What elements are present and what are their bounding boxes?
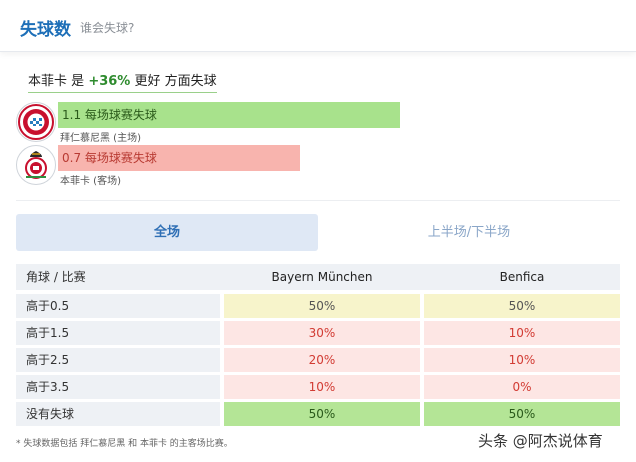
row-label: 没有失球 [16,402,220,426]
tab-full-match[interactable]: 全场 [16,214,318,251]
comparison-summary: 本菲卡 是 +36% 更好 方面失球 [28,70,217,93]
home-value: 50% [224,402,420,426]
table-row: 没有失球 50% 50% [16,402,620,426]
summary-team: 本菲卡 [28,74,68,89]
tab-halves[interactable]: 上半场/下半场 [318,214,620,251]
bayern-logo-icon [16,102,56,142]
away-value: 10% [424,348,620,372]
source-watermark: 头条 @阿杰说体育 [478,432,603,450]
row-label: 高于3.5 [16,375,220,399]
section-header: 失球数 谁会失球? [0,0,636,52]
table-row: 高于2.5 20% 10% [16,348,620,372]
away-team-name: 本菲卡 (客场) [60,176,121,187]
section-divider [16,200,620,201]
away-value: 50% [424,294,620,318]
table-header: 角球 / 比赛 Bayern München Benfica [16,264,620,290]
away-value: 50% [424,402,620,426]
row-label: 高于1.5 [16,321,220,345]
away-goals-conceded-bar: 0.7 每场球赛失球 [58,145,300,171]
summary-aspect: 方面失球 [164,74,217,89]
table-row: 高于0.5 50% 50% [16,294,620,318]
home-value: 30% [224,321,420,345]
row-label: 高于0.5 [16,294,220,318]
table-row: 高于1.5 30% 10% [16,321,620,345]
home-value: 50% [224,294,420,318]
period-tabs: 全场 上半场/下半场 [16,214,620,251]
summary-is: 是 [71,74,85,89]
column-header-category: 角球 / 比赛 [26,270,86,284]
home-team-name: 拜仁慕尼黑 (主场) [60,133,141,144]
row-label: 高于2.5 [16,348,220,372]
benfica-logo-icon [16,145,56,185]
away-value: 0% [424,375,620,399]
home-value: 20% [224,348,420,372]
column-header-home: Bayern München [271,270,373,284]
home-value: 10% [224,375,420,399]
home-goals-conceded-bar: 1.1 每场球赛失球 [58,102,400,128]
table-footnote: * 失球数据包括 拜仁慕尼黑 和 本菲卡 的主客场比赛。 [16,439,233,449]
home-team-row: 1.1 每场球赛失球 拜仁慕尼黑 (主场) [16,102,416,144]
section-subtitle: 谁会失球? [80,21,135,35]
summary-better: 更好 [134,74,161,89]
table-row: 高于3.5 10% 0% [16,375,620,399]
summary-percentage: +36% [88,74,131,89]
section-title: 失球数 [20,20,71,40]
away-team-row: 0.7 每场球赛失球 本菲卡 (客场) [16,145,416,187]
column-header-away: Benfica [499,270,545,284]
away-value: 10% [424,321,620,345]
